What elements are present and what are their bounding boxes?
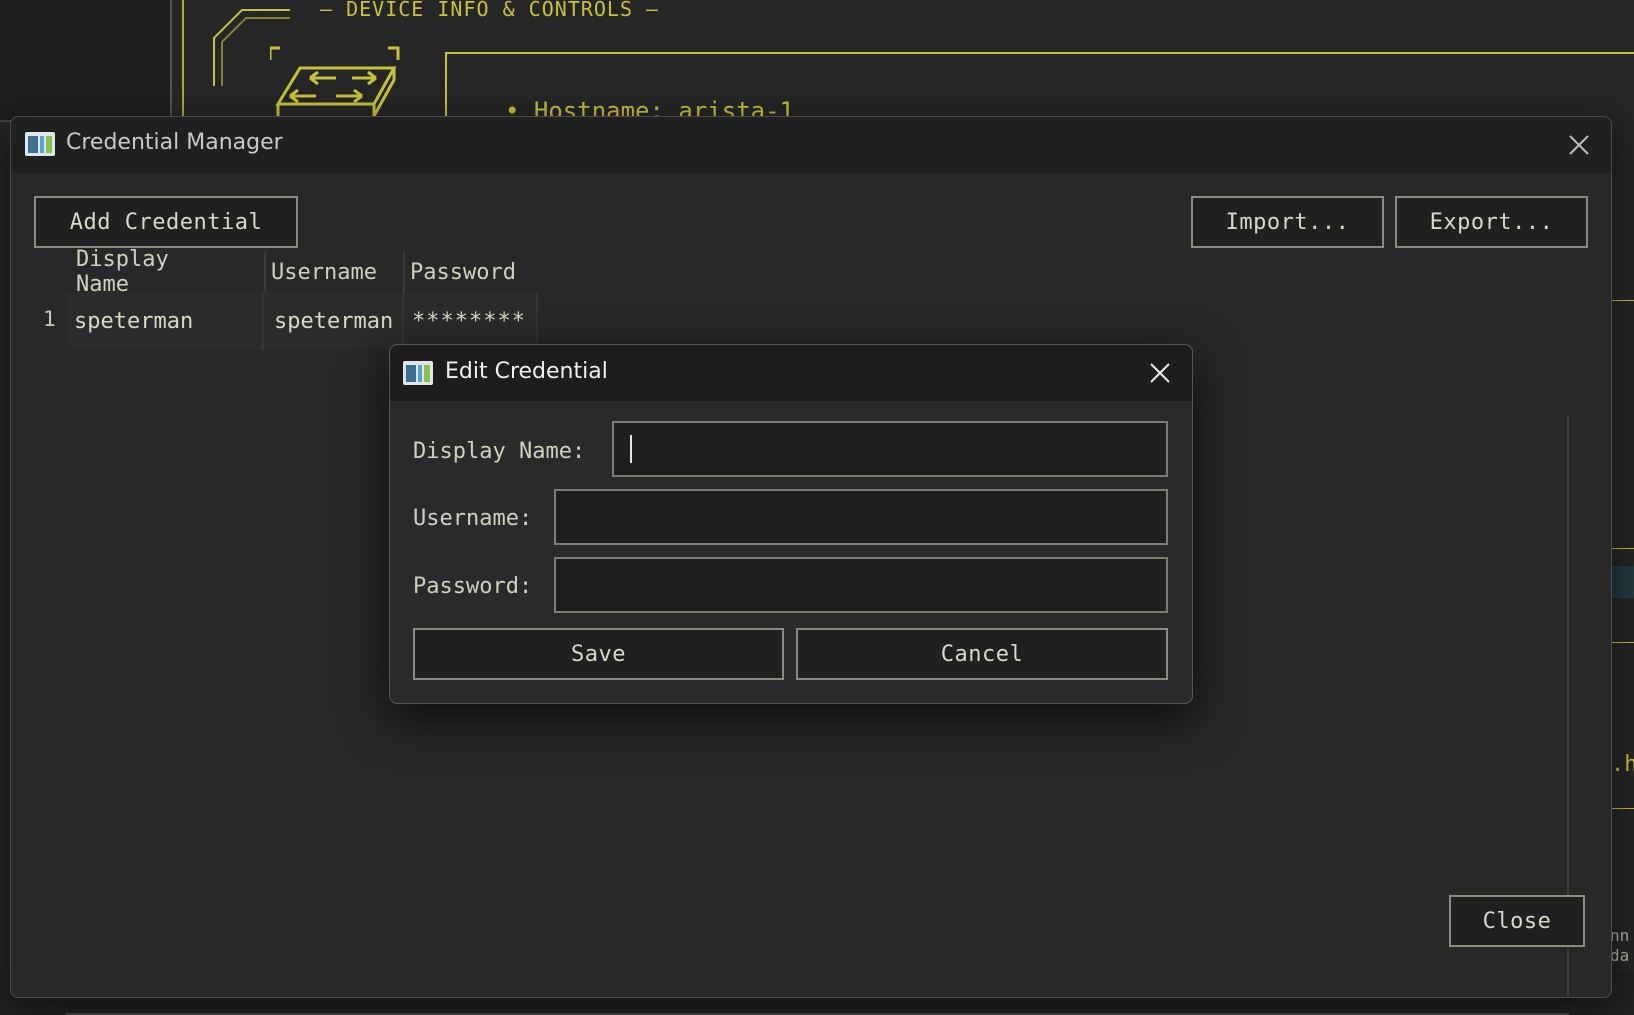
- add-credential-button[interactable]: Add Credential: [34, 196, 298, 248]
- section-title: — DEVICE INFO & CONTROLS —: [320, 0, 660, 21]
- cancel-button[interactable]: Cancel: [796, 628, 1168, 680]
- column-header-password[interactable]: Password: [410, 252, 516, 292]
- network-switch-icon: [270, 46, 400, 117]
- left-panel: [0, 0, 172, 122]
- display-name-field[interactable]: [612, 421, 1168, 477]
- credential-manager-titlebar: Credential Manager: [11, 117, 1611, 173]
- close-icon[interactable]: [1142, 355, 1178, 391]
- column-header-display-name[interactable]: Display Name: [76, 247, 169, 297]
- window-title: Credential Manager: [66, 130, 283, 155]
- right-edge-panels: [1610, 300, 1634, 972]
- username-label: Username:: [413, 506, 533, 531]
- app-window-icon: [25, 132, 55, 156]
- import-button[interactable]: Import...: [1191, 196, 1384, 248]
- dialog-title: Edit Credential: [445, 359, 608, 384]
- app-window-icon: [403, 361, 433, 385]
- edit-credential-dialog: Edit Credential Display Name: Username: …: [389, 344, 1193, 704]
- display-name-label: Display Name:: [413, 439, 586, 464]
- row-number: 1: [43, 307, 56, 331]
- left-divider: [182, 0, 184, 120]
- right-edge-text: .h: [1611, 752, 1634, 777]
- cell-password[interactable]: ********: [404, 292, 538, 350]
- cell-display-name[interactable]: speterman: [66, 292, 264, 350]
- close-button[interactable]: Close: [1449, 895, 1585, 947]
- cell-username[interactable]: speterman: [264, 292, 404, 350]
- column-header-username[interactable]: Username: [271, 252, 377, 292]
- text-caret: [630, 435, 632, 463]
- edit-credential-titlebar: Edit Credential: [390, 345, 1192, 401]
- close-icon[interactable]: [1561, 127, 1597, 163]
- save-button[interactable]: Save: [413, 628, 784, 680]
- password-label: Password:: [413, 574, 533, 599]
- right-edge-text-lines: nn da: [1610, 926, 1630, 965]
- username-field[interactable]: [554, 489, 1168, 545]
- password-field[interactable]: [554, 557, 1168, 613]
- export-button[interactable]: Export...: [1395, 196, 1588, 248]
